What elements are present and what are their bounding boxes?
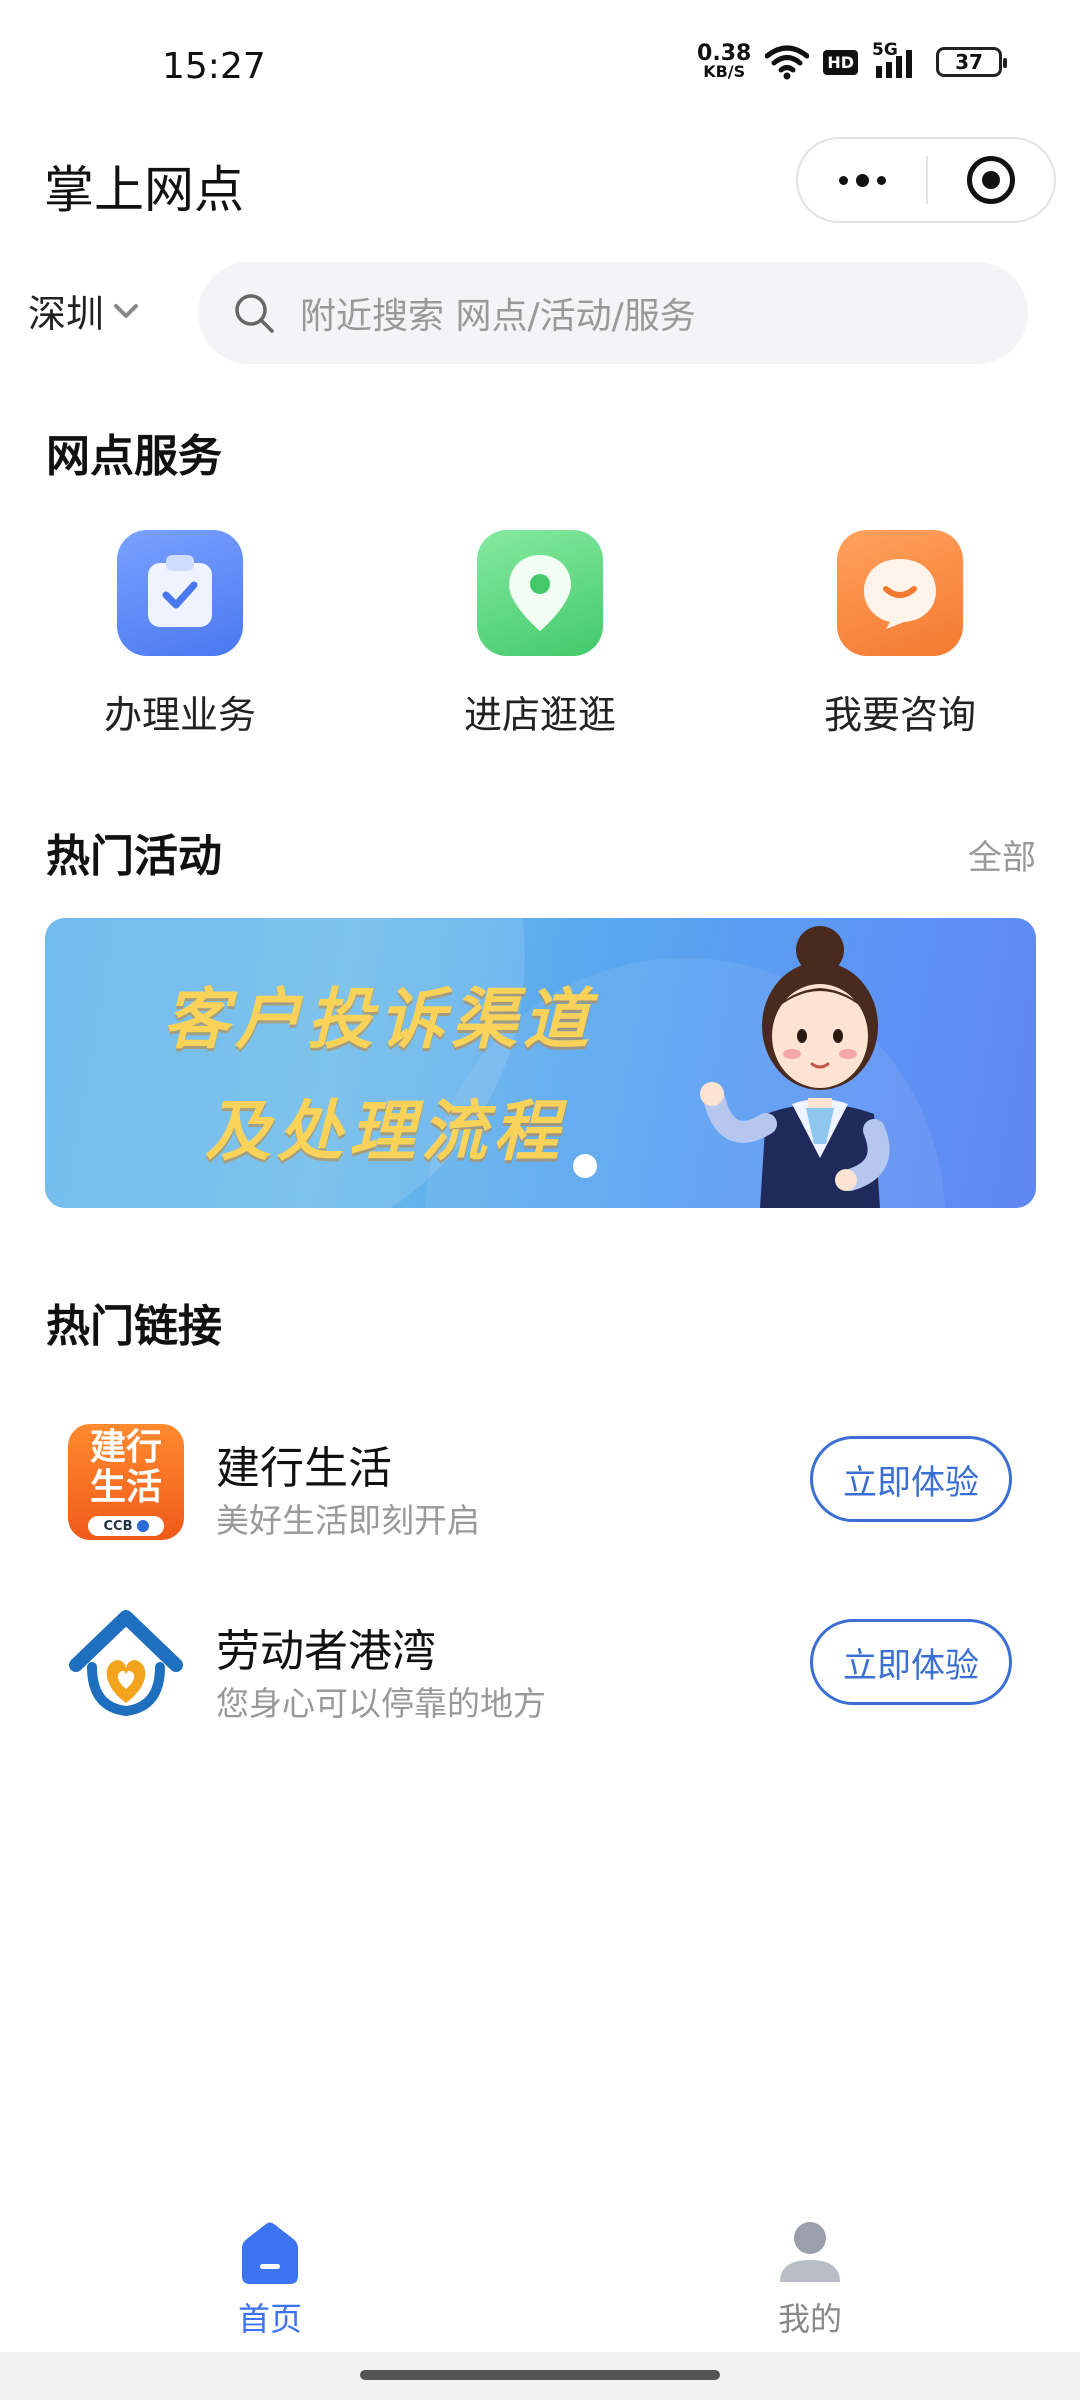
link-item-workers-harbor[interactable]: 劳动者港湾 您身心可以停靠的地方 立即体验 bbox=[0, 1607, 1080, 1737]
gesture-bar bbox=[0, 2352, 1080, 2400]
title-bar: 掌上网点 bbox=[0, 130, 1080, 230]
home-icon bbox=[242, 2222, 298, 2284]
workers-harbor-logo bbox=[69, 1610, 183, 1717]
close-mini-program-button[interactable] bbox=[928, 139, 1054, 221]
ccb-life-logo-text: 建行 生活 bbox=[89, 1427, 162, 1508]
link-desc: 美好生活即刻开启 bbox=[216, 1501, 480, 1540]
search-icon bbox=[235, 294, 274, 333]
customer-service-agent-illustration bbox=[700, 926, 890, 1208]
more-options-button[interactable] bbox=[798, 139, 926, 221]
service-consult[interactable]: 我要咨询 bbox=[800, 530, 1000, 739]
view-all-link[interactable]: 全部 bbox=[968, 830, 1036, 879]
network-speed: 0.38 KB/S bbox=[697, 41, 752, 81]
chat-bubble-icon bbox=[837, 530, 963, 656]
tab-mine[interactable]: 我的 bbox=[710, 2220, 910, 2340]
try-now-button[interactable]: 立即体验 bbox=[810, 1436, 1012, 1522]
service-visit-store[interactable]: 进店逛逛 bbox=[440, 530, 640, 739]
ccb-badge: CCB bbox=[88, 1516, 164, 1536]
service-label: 办理业务 bbox=[103, 693, 256, 737]
tab-home[interactable]: 首页 bbox=[170, 2220, 370, 2340]
status-bar: 15:27 0.38 KB/S HD 5G 37 bbox=[0, 0, 1080, 130]
services-section-title: 网点服务 bbox=[46, 431, 222, 482]
service-label: 进店逛逛 bbox=[463, 693, 616, 737]
ccb-life-logo: 建行 生活 CCB bbox=[68, 1424, 184, 1540]
location-pin-icon bbox=[477, 530, 603, 656]
target-icon bbox=[966, 156, 1015, 204]
cellular-signal-icon: 5G bbox=[872, 40, 922, 80]
services-grid: 办理业务 进店逛逛 我要咨询 bbox=[0, 530, 1080, 740]
search-input[interactable]: 附近搜索 网点/活动/服务 bbox=[198, 262, 1028, 364]
link-desc: 您身心可以停靠的地方 bbox=[216, 1684, 546, 1723]
profile-icon bbox=[780, 2222, 840, 2282]
activities-section-title: 热门活动 bbox=[46, 831, 222, 882]
chevron-down-icon bbox=[114, 303, 139, 318]
city-selector[interactable]: 深圳 bbox=[28, 283, 140, 338]
city-label: 深圳 bbox=[28, 292, 105, 336]
try-now-button[interactable]: 立即体验 bbox=[810, 1619, 1012, 1705]
tab-label: 我的 bbox=[777, 2300, 842, 2338]
activity-banner[interactable]: 客户投诉渠道 及处理流程 bbox=[45, 918, 1036, 1208]
service-handle-business[interactable]: 办理业务 bbox=[80, 530, 280, 739]
clipboard-check-icon bbox=[117, 530, 243, 656]
status-icons: 0.38 KB/S HD 5G 37 bbox=[697, 40, 1007, 81]
tab-label: 首页 bbox=[237, 2300, 302, 2338]
home-indicator[interactable] bbox=[360, 2370, 720, 2380]
more-dots-icon bbox=[838, 173, 886, 187]
service-label: 我要咨询 bbox=[823, 693, 976, 737]
battery-icon: 37 bbox=[936, 47, 1007, 77]
carousel-indicator bbox=[573, 1154, 597, 1178]
hd-badge: HD bbox=[823, 49, 858, 75]
status-time: 15:27 bbox=[162, 46, 266, 87]
search-placeholder: 附近搜索 网点/活动/服务 bbox=[300, 296, 696, 337]
mini-program-capsule bbox=[796, 137, 1056, 223]
banner-title-line2: 及处理流程 bbox=[205, 1093, 565, 1170]
banner-title-line1: 客户投诉渠道 bbox=[163, 981, 595, 1058]
wifi-icon bbox=[765, 45, 810, 80]
link-name: 建行生活 bbox=[216, 1443, 392, 1494]
link-name: 劳动者港湾 bbox=[216, 1626, 436, 1677]
link-item-ccb-life[interactable]: 建行 生活 CCB 建行生活 美好生活即刻开启 立即体验 bbox=[0, 1424, 1080, 1554]
ccb-logo-icon bbox=[136, 1520, 149, 1532]
links-section-title: 热门链接 bbox=[46, 1301, 222, 1352]
page-title: 掌上网点 bbox=[44, 161, 244, 219]
bottom-tab-bar: 首页 我的 bbox=[0, 2200, 1080, 2350]
